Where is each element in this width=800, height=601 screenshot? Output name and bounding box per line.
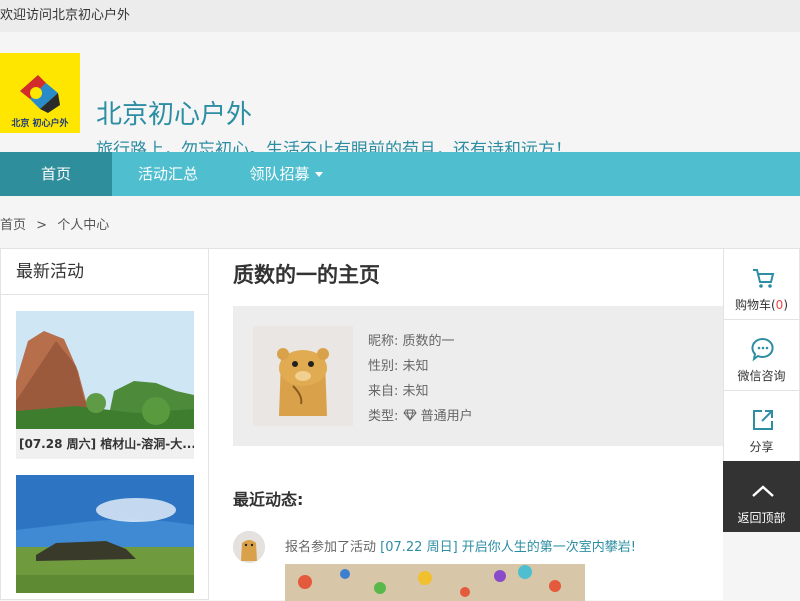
cart-label-close: ) — [783, 298, 788, 312]
svg-text:北京 初心户外: 北京 初心户外 — [11, 117, 68, 129]
activity-image[interactable] — [16, 475, 194, 593]
from-row: 来自: 未知 — [368, 380, 429, 399]
nickname-row: 昵称: 质数的一 — [368, 330, 455, 349]
nav-item-activities[interactable]: 活动汇总 — [112, 152, 224, 196]
breadcrumb-separator: > — [36, 218, 48, 233]
nav-item-home[interactable]: 首页 — [0, 152, 112, 196]
top-bar: 欢迎访问北京初心户外 — [0, 0, 800, 32]
breadcrumb-home[interactable]: 首页 — [0, 218, 26, 233]
nav-item-label: 首页 — [40, 165, 71, 183]
gender-value: 未知 — [402, 359, 429, 374]
activity-photo[interactable] — [285, 564, 585, 601]
caret-down-icon — [314, 172, 323, 177]
site-logo[interactable]: 北京 初心户外 — [0, 53, 80, 133]
cart-label-text: 购物车( — [734, 298, 776, 312]
activity-avatar[interactable] — [233, 531, 265, 563]
cart-label: 购物车(0) — [724, 296, 799, 313]
panel-title: 最新活动 — [1, 249, 208, 295]
nickname-value: 质数的一 — [402, 334, 455, 349]
profile-main: 质数的一的主页 昵称: 质数的一 性别: 未知 来自: 未知 类型: 普通用户 … — [209, 248, 723, 601]
breadcrumb: 首页 > 个人中心 — [0, 214, 115, 233]
site-header: 北京 初心户外 北京初心户外 旅行路上，勿忘初心。生活不止有眼前的苟且，还有诗和… — [0, 32, 800, 160]
share-button[interactable]: 分享 — [723, 390, 800, 461]
cart-button[interactable]: 购物车(0) — [723, 248, 800, 319]
nav-item-recruit[interactable]: 领队招募 — [234, 152, 338, 196]
type-row: 类型: 普通用户 — [368, 405, 473, 424]
chevron-up-icon — [750, 478, 776, 504]
activity-card[interactable]: [07.28 周六] 棺材山-溶洞-大... — [16, 311, 194, 459]
share-icon — [750, 407, 776, 433]
activity-image[interactable] — [16, 311, 194, 429]
profile-card: 昵称: 质数的一 性别: 未知 来自: 未知 类型: 普通用户 — [233, 306, 723, 446]
from-label: 来自: — [368, 384, 399, 399]
recent-activity-title: 最近动态: — [233, 490, 304, 509]
page-title: 质数的一的主页 — [233, 263, 380, 287]
wechat-icon — [750, 336, 776, 362]
share-label: 分享 — [749, 440, 774, 454]
cart-icon — [750, 265, 776, 291]
activity-caption[interactable]: [07.28 周六] 棺材山-溶洞-大... — [16, 429, 194, 459]
from-value: 未知 — [402, 384, 429, 399]
nickname-label: 昵称: — [368, 334, 399, 349]
latest-activities-panel: 最新活动 [07.28 周六] 棺材山-溶洞-大... — [0, 248, 209, 600]
breadcrumb-current: 个人中心 — [57, 218, 110, 233]
nav-item-label: 领队招募 — [249, 165, 310, 183]
activity-card[interactable] — [16, 475, 194, 593]
activity-entry: 报名参加了活动 [07.22 周日] 开启你人生的第一次室内攀岩! — [285, 536, 636, 555]
type-value: 普通用户 — [420, 409, 473, 424]
nav-item-label: 活动汇总 — [137, 165, 198, 183]
diamond-icon — [402, 409, 421, 424]
main-nav: 首页 活动汇总 领队招募 — [0, 152, 800, 196]
activity-link[interactable]: [07.22 周日] 开启你人生的第一次室内攀岩! — [380, 540, 636, 555]
wechat-consult-button[interactable]: 微信咨询 — [723, 319, 800, 390]
wechat-consult-label: 微信咨询 — [737, 369, 786, 383]
type-label: 类型: — [368, 409, 399, 424]
floating-sidebar: 购物车(0) 微信咨询 分享 返回顶部 — [723, 248, 800, 532]
back-to-top-label: 返回顶部 — [737, 511, 786, 525]
back-to-top-button[interactable]: 返回顶部 — [723, 461, 800, 532]
site-title[interactable]: 北京初心户外 — [96, 94, 252, 131]
gender-label: 性别: — [368, 359, 399, 374]
gender-row: 性别: 未知 — [368, 355, 429, 374]
avatar — [253, 326, 353, 426]
welcome-text: 欢迎访问北京初心户外 — [0, 8, 131, 23]
activity-prefix: 报名参加了活动 — [285, 540, 377, 555]
